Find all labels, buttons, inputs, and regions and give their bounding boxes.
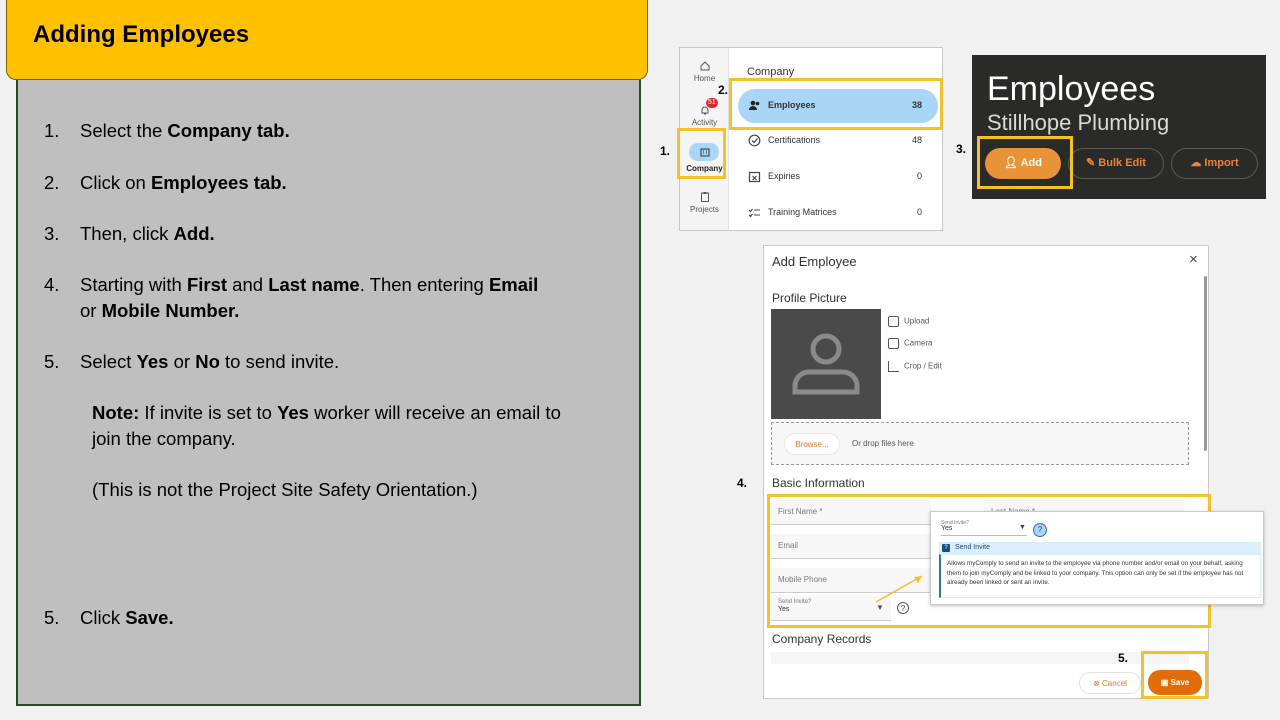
tooltip-help-icon[interactable]: ? <box>1033 523 1047 537</box>
marker-2: 2. <box>718 83 729 97</box>
nav-row-certifications[interactable]: Certifications 48 <box>738 129 938 153</box>
title-banner: Adding Employees <box>6 0 648 80</box>
drop-hint: Or drop files here <box>852 439 914 448</box>
info-icon: ? <box>942 544 950 552</box>
bulk-edit-button[interactable]: ✎ Bulk Edit <box>1068 148 1164 179</box>
highlight-company-tab <box>677 128 726 179</box>
camera-action[interactable]: Camera <box>888 338 932 349</box>
file-dropzone[interactable]: Browse... Or drop files here <box>771 422 1189 465</box>
clipboard-icon <box>700 192 709 202</box>
basic-information-label: Basic Information <box>772 476 865 490</box>
cloud-upload-icon: ☁ <box>1190 157 1202 169</box>
rail-activity[interactable]: Activity 51 <box>680 98 729 127</box>
crop-icon <box>888 361 899 372</box>
marker-3: 3. <box>956 142 967 156</box>
avatar-placeholder <box>771 309 881 419</box>
invite-note: Note: If invite is set to Yes worker wil… <box>92 402 561 449</box>
highlight-employees-tab <box>729 78 943 130</box>
pointer-arrow <box>875 575 923 603</box>
highlight-save-button <box>1141 651 1208 699</box>
calendar-x-icon <box>748 171 761 183</box>
upload-icon <box>888 316 899 327</box>
marker-4: 4. <box>737 476 748 490</box>
upload-action[interactable]: Upload <box>888 316 929 327</box>
browse-button[interactable]: Browse... <box>784 433 840 455</box>
send-invite-tooltip: Send Invite? Yes ▼ ? Send Invite ? Allows… <box>930 511 1264 605</box>
nav-row-training-matrices[interactable]: Training Matrices 0 <box>738 201 938 225</box>
activity-badge: 51 <box>706 98 718 108</box>
check-circle-icon <box>748 134 761 147</box>
highlight-add-button <box>977 136 1073 189</box>
camera-icon <box>888 338 899 349</box>
tooltip-chevron-down-icon[interactable]: ▼ <box>1019 524 1026 531</box>
rail-projects[interactable]: Projects <box>680 191 729 214</box>
dialog-title: Add Employee <box>772 254 857 269</box>
marker-5: 5. <box>1118 651 1129 665</box>
cancel-button[interactable]: ⊗ Cancel <box>1079 672 1141 694</box>
import-button[interactable]: ☁ Import <box>1171 148 1258 179</box>
tooltip-body: Allows myComply to send an invite to the… <box>939 554 1261 598</box>
orientation-note: (This is not the Project Site Safety Ori… <box>92 479 478 500</box>
company-name: Stillhope Plumbing <box>987 110 1170 135</box>
page-title: Adding Employees <box>33 21 250 48</box>
checklist-icon <box>748 208 760 218</box>
cancel-icon: ⊗ <box>1093 679 1100 688</box>
tooltip-heading: Send Invite <box>939 542 1261 554</box>
home-icon <box>700 61 709 71</box>
close-icon[interactable]: × <box>1189 251 1198 268</box>
add-employee-dialog: Add Employee × Profile Picture Upload Ca… <box>763 245 1209 699</box>
section-title: Company <box>747 66 795 78</box>
company-records-label: Company Records <box>772 632 872 646</box>
profile-picture-label: Profile Picture <box>772 291 847 305</box>
tooltip-send-invite-select[interactable]: Send Invite? Yes <box>941 520 1027 536</box>
marker-1: 1. <box>660 144 671 158</box>
employees-title: Employees <box>987 70 1156 108</box>
rail-home[interactable]: Home <box>680 60 729 83</box>
pencil-icon: ✎ <box>1086 157 1096 169</box>
scrollbar[interactable] <box>1204 276 1207 451</box>
person-icon <box>792 333 860 395</box>
crop-edit-action[interactable]: Crop / Edit <box>888 361 942 372</box>
nav-row-expiries[interactable]: Expiries 0 <box>738 165 938 189</box>
